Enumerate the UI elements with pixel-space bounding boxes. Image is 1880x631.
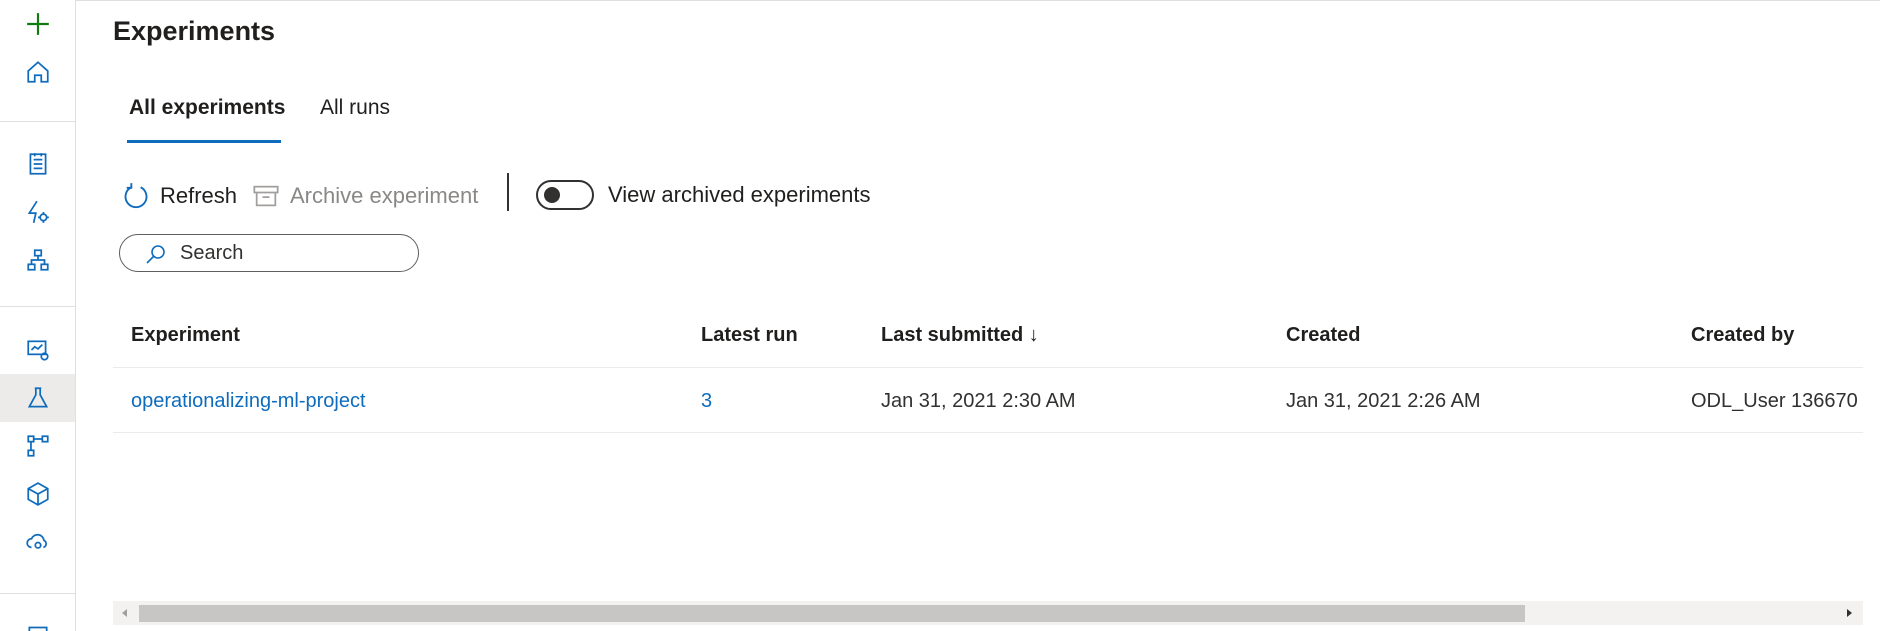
column-header-created-by[interactable]: Created by [1691,324,1794,347]
view-archived-label: View archived experiments [608,182,871,207]
last-submitted-cell: Jan 31, 2021 2:30 AM [881,390,1076,412]
search-input[interactable]: Search [119,234,419,272]
nav-endpoints[interactable] [0,518,75,566]
active-tab-indicator [127,140,281,143]
nav-models[interactable] [0,470,75,518]
nav-designer[interactable] [0,236,75,284]
nav-home[interactable] [0,48,75,96]
toggle-knob [544,187,560,203]
notebook-icon [29,153,46,175]
datasets-icon [26,340,49,361]
tab-all-runs[interactable]: All runs [320,96,390,120]
nav-experiments[interactable] [0,374,75,422]
header-divider [113,367,1863,368]
experiment-name-link[interactable]: operationalizing-ml-project [131,390,366,413]
refresh-button[interactable]: Refresh [122,180,237,212]
refresh-icon [124,183,148,209]
row-divider [113,432,1863,433]
archive-experiment-label: Archive experiment [290,183,479,208]
nav-pipelines[interactable] [0,422,75,470]
tab-all-experiments[interactable]: All experiments [129,96,285,120]
column-header-last-submitted[interactable]: Last submitted ↓ [881,324,1039,347]
automl-icon [27,200,49,224]
column-header-experiment[interactable]: Experiment [131,324,240,347]
archive-experiment-button[interactable]: Archive experiment [252,180,478,212]
nav-automl[interactable] [0,188,75,236]
compute-icon [27,626,48,631]
page-title: Experiments [113,16,276,46]
left-nav-rail [0,0,76,631]
refresh-label: Refresh [160,183,238,208]
scroll-right-arrow-icon[interactable] [1843,607,1855,619]
rail-separator [0,121,75,122]
app-root: Experiments All experiments All runs Ref… [0,0,1880,631]
scrollbar-thumb[interactable] [139,605,1525,622]
created-cell: Jan 31, 2021 2:26 AM [1286,390,1481,412]
designer-icon [26,249,49,271]
create-new-button[interactable] [0,0,75,48]
rail-separator [0,306,75,307]
home-icon [26,61,49,83]
search-placeholder: Search [180,242,244,264]
view-archived-toggle[interactable] [536,180,594,210]
experiments-icon [27,387,48,408]
nav-notebooks[interactable] [0,140,75,188]
rail-separator [0,593,75,594]
top-border [76,0,1880,1]
pipelines-icon [26,435,49,457]
endpoints-icon [25,533,47,549]
column-header-latest-run[interactable]: Latest run [701,324,798,347]
created-by-cell: ODL_User 136670 [1691,390,1858,412]
column-header-created[interactable]: Created [1286,324,1360,347]
archive-icon [253,185,279,207]
scroll-left-arrow-icon[interactable] [119,607,131,619]
latest-run-link[interactable]: 3 [701,390,712,413]
models-icon [26,482,49,506]
search-icon [146,245,165,264]
nav-datasets[interactable] [0,326,75,374]
plus-icon [26,13,49,35]
nav-compute[interactable] [0,610,75,631]
horizontal-scrollbar[interactable] [113,601,1863,625]
toolbar-divider [507,173,509,211]
